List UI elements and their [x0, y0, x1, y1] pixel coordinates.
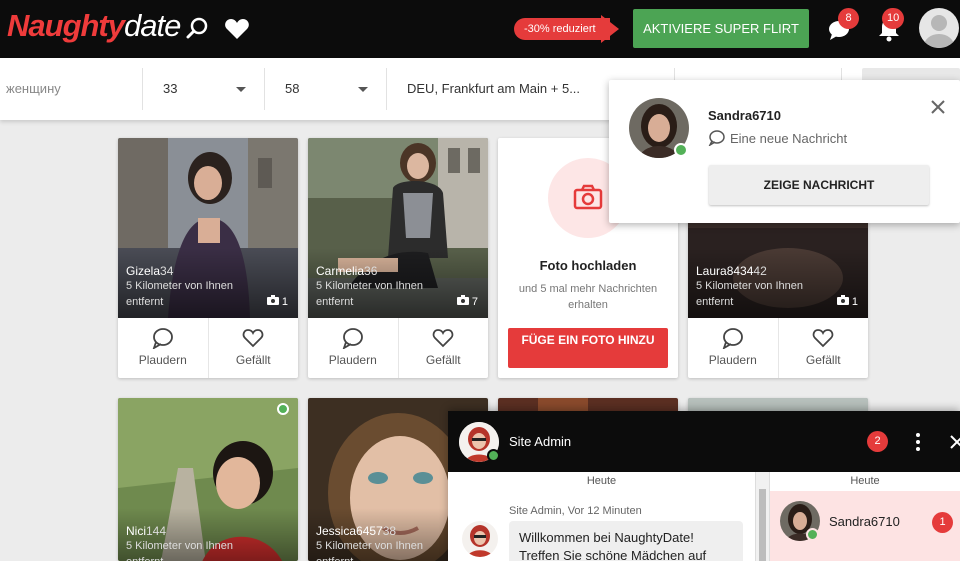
show-message-button[interactable]: ZEIGE NACHRICHT	[709, 165, 929, 205]
chat-unread-badge: 2	[867, 431, 888, 452]
day-separator: Heute	[850, 475, 880, 487]
logo-text-part1: Naughty	[7, 8, 125, 43]
profile-name: Nici144	[126, 524, 167, 538]
profile-card[interactable]: Carmelia36 5 Kilometer von Ihnen entfern…	[308, 138, 488, 378]
age-to-value: 58	[285, 81, 300, 96]
chat-header[interactable]: Site Admin 2	[448, 411, 960, 472]
naughtydate-logo[interactable]: Naughtydate	[7, 8, 181, 44]
logo-text-part2: date	[124, 8, 181, 43]
camera-icon	[266, 295, 279, 305]
like-button[interactable]: Gefällt	[207, 318, 299, 378]
profile-distance: 5 Kilometer von Ihnen entfernt	[316, 280, 424, 308]
chevron-down-icon	[236, 87, 246, 92]
like-button[interactable]: Gefällt	[397, 318, 489, 378]
camera-icon	[456, 295, 469, 305]
age-from-select[interactable]: 33	[143, 68, 265, 110]
message-meta: Site Admin, Vor 12 Minuten	[509, 505, 642, 517]
discount-arrow	[601, 15, 619, 43]
conversation-item[interactable]: Sandra6710 1	[770, 491, 960, 561]
activate-super-flirt-button[interactable]: AKTIVIERE SUPER FLIRT	[633, 9, 809, 48]
chat-bubble-icon	[342, 328, 363, 349]
age-to-select[interactable]: 58	[265, 68, 387, 110]
profile-card[interactable]: Nici144 5 Kilometer von Ihnen entfernt	[118, 398, 298, 561]
heart-outline-icon	[812, 329, 834, 348]
discount-badge: -30% reduziert	[514, 18, 610, 40]
chat-bubble-icon	[708, 130, 725, 147]
profile-photo[interactable]: Gizela34 5 Kilometer von Ihnen entfernt …	[118, 138, 298, 318]
new-message-notification: Sandra6710 Eine neue Nachricht ZEIGE NAC…	[609, 80, 960, 223]
chat-title: Site Admin	[509, 434, 572, 449]
notification-message: Eine neue Nachricht	[708, 130, 847, 147]
heart-outline-icon	[432, 329, 454, 348]
notification-sender-name: Sandra6710	[708, 108, 781, 123]
profile-photo[interactable]: Carmelia36 5 Kilometer von Ihnen entfern…	[308, 138, 488, 318]
profile-photo[interactable]: Nici144 5 Kilometer von Ihnen entfernt	[118, 398, 298, 561]
more-vertical-icon[interactable]	[912, 431, 924, 453]
card-actions: Plaudern Gefällt	[688, 318, 868, 378]
day-separator: Heute	[586, 475, 617, 487]
upload-title: Foto hochladen	[539, 258, 637, 273]
online-indicator	[806, 528, 819, 541]
chat-bubble-icon	[152, 328, 173, 349]
messages-count-badge: 8	[838, 8, 859, 29]
profile-distance: 5 Kilometer von Ihnen entfernt	[696, 280, 804, 308]
photo-count: 7	[456, 295, 478, 308]
online-indicator	[277, 403, 289, 415]
photo-count: 1	[266, 295, 288, 308]
card-actions: Plaudern Gefällt	[308, 318, 488, 378]
like-button[interactable]: Gefällt	[777, 318, 869, 378]
photo-count: 1	[836, 295, 858, 308]
conversation-unread-badge: 1	[932, 512, 953, 533]
heart-outline-icon	[242, 329, 264, 348]
chat-window: Site Admin 2 Heute Site Admin, Vor 12 Mi…	[448, 411, 960, 561]
chat-button[interactable]: Plaudern	[308, 318, 398, 378]
card-actions: Plaudern Gefällt	[118, 318, 298, 378]
chat-button[interactable]: Plaudern	[688, 318, 778, 378]
profile-distance: 5 Kilometer von Ihnen entfernt	[126, 540, 234, 561]
message-avatar	[462, 521, 498, 557]
conversation-name: Sandra6710	[829, 514, 900, 529]
online-indicator	[487, 449, 500, 462]
profile-card[interactable]: Gizela34 5 Kilometer von Ihnen entfernt …	[118, 138, 298, 378]
user-avatar[interactable]	[919, 8, 959, 48]
chat-button[interactable]: Plaudern	[118, 318, 208, 378]
chat-scrollbar[interactable]	[755, 472, 770, 561]
camera-icon	[836, 295, 849, 305]
search-icon[interactable]	[183, 14, 213, 44]
message-bubble: Willkommen bei NaughtyDate! Treffen Sie …	[509, 521, 743, 561]
chevron-down-icon	[358, 87, 368, 92]
heart-icon[interactable]	[222, 14, 252, 44]
age-from-value: 33	[163, 81, 178, 96]
top-navigation-bar: Naughtydate -30% reduziert AKTIVIERE SUP…	[0, 0, 960, 58]
profile-name: Gizela34	[126, 264, 174, 278]
chat-bubble-icon	[722, 328, 743, 349]
profile-name: Carmelia36	[316, 264, 378, 278]
profile-name: Laura843442	[696, 264, 767, 278]
add-photo-button[interactable]: FÜGE EIN FOTO HINZU	[508, 328, 668, 368]
profile-name: Jessica645738	[316, 524, 397, 538]
close-icon[interactable]	[929, 98, 947, 116]
profile-distance: 5 Kilometer von Ihnen entfernt	[316, 540, 424, 561]
profile-distance: 5 Kilometer von Ihnen entfernt	[126, 280, 234, 308]
notifications-count-badge: 10	[882, 8, 905, 29]
upload-subtitle: und 5 mal mehr Nachrichten erhalten	[518, 283, 658, 311]
looking-for-select[interactable]: женщину	[6, 68, 143, 110]
online-indicator	[674, 143, 688, 157]
scrollbar-thumb[interactable]	[759, 489, 766, 561]
close-icon[interactable]	[948, 433, 960, 451]
